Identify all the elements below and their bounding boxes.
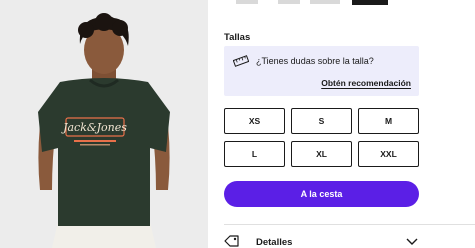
shirt-logo-text: Jack&Jones <box>61 121 127 134</box>
size-recommendation-link[interactable]: Obtén recomendación <box>321 78 411 88</box>
details-accordion[interactable]: Detalles <box>224 232 475 248</box>
size-button-l[interactable]: L <box>224 141 285 167</box>
sizes-title: Tallas <box>224 32 251 43</box>
thumbnail-2[interactable] <box>278 0 300 4</box>
chevron-down-icon <box>406 238 418 245</box>
size-help-box: ¿Tienes dudas sobre la talla? Obtén reco… <box>224 46 419 96</box>
size-help-question: ¿Tienes dudas sobre la talla? <box>256 56 374 66</box>
size-button-s[interactable]: S <box>291 108 352 134</box>
thumbnail-4[interactable] <box>352 0 388 5</box>
model-illustration: Jack&Jones <box>0 0 208 248</box>
ruler-icon <box>233 55 249 67</box>
size-button-xxl[interactable]: XXL <box>358 141 419 167</box>
thumbnail-1[interactable] <box>236 0 258 4</box>
size-button-xl[interactable]: XL <box>291 141 352 167</box>
divider <box>224 224 475 225</box>
size-button-xs[interactable]: XS <box>224 108 285 134</box>
product-image[interactable]: Jack&Jones <box>0 0 208 248</box>
gallery-thumbnails <box>224 0 464 5</box>
details-label: Detalles <box>256 237 293 248</box>
tag-icon <box>224 235 239 247</box>
thumbnail-3[interactable] <box>310 0 340 4</box>
add-to-cart-button[interactable]: A la cesta <box>224 181 419 207</box>
size-button-m[interactable]: M <box>358 108 419 134</box>
